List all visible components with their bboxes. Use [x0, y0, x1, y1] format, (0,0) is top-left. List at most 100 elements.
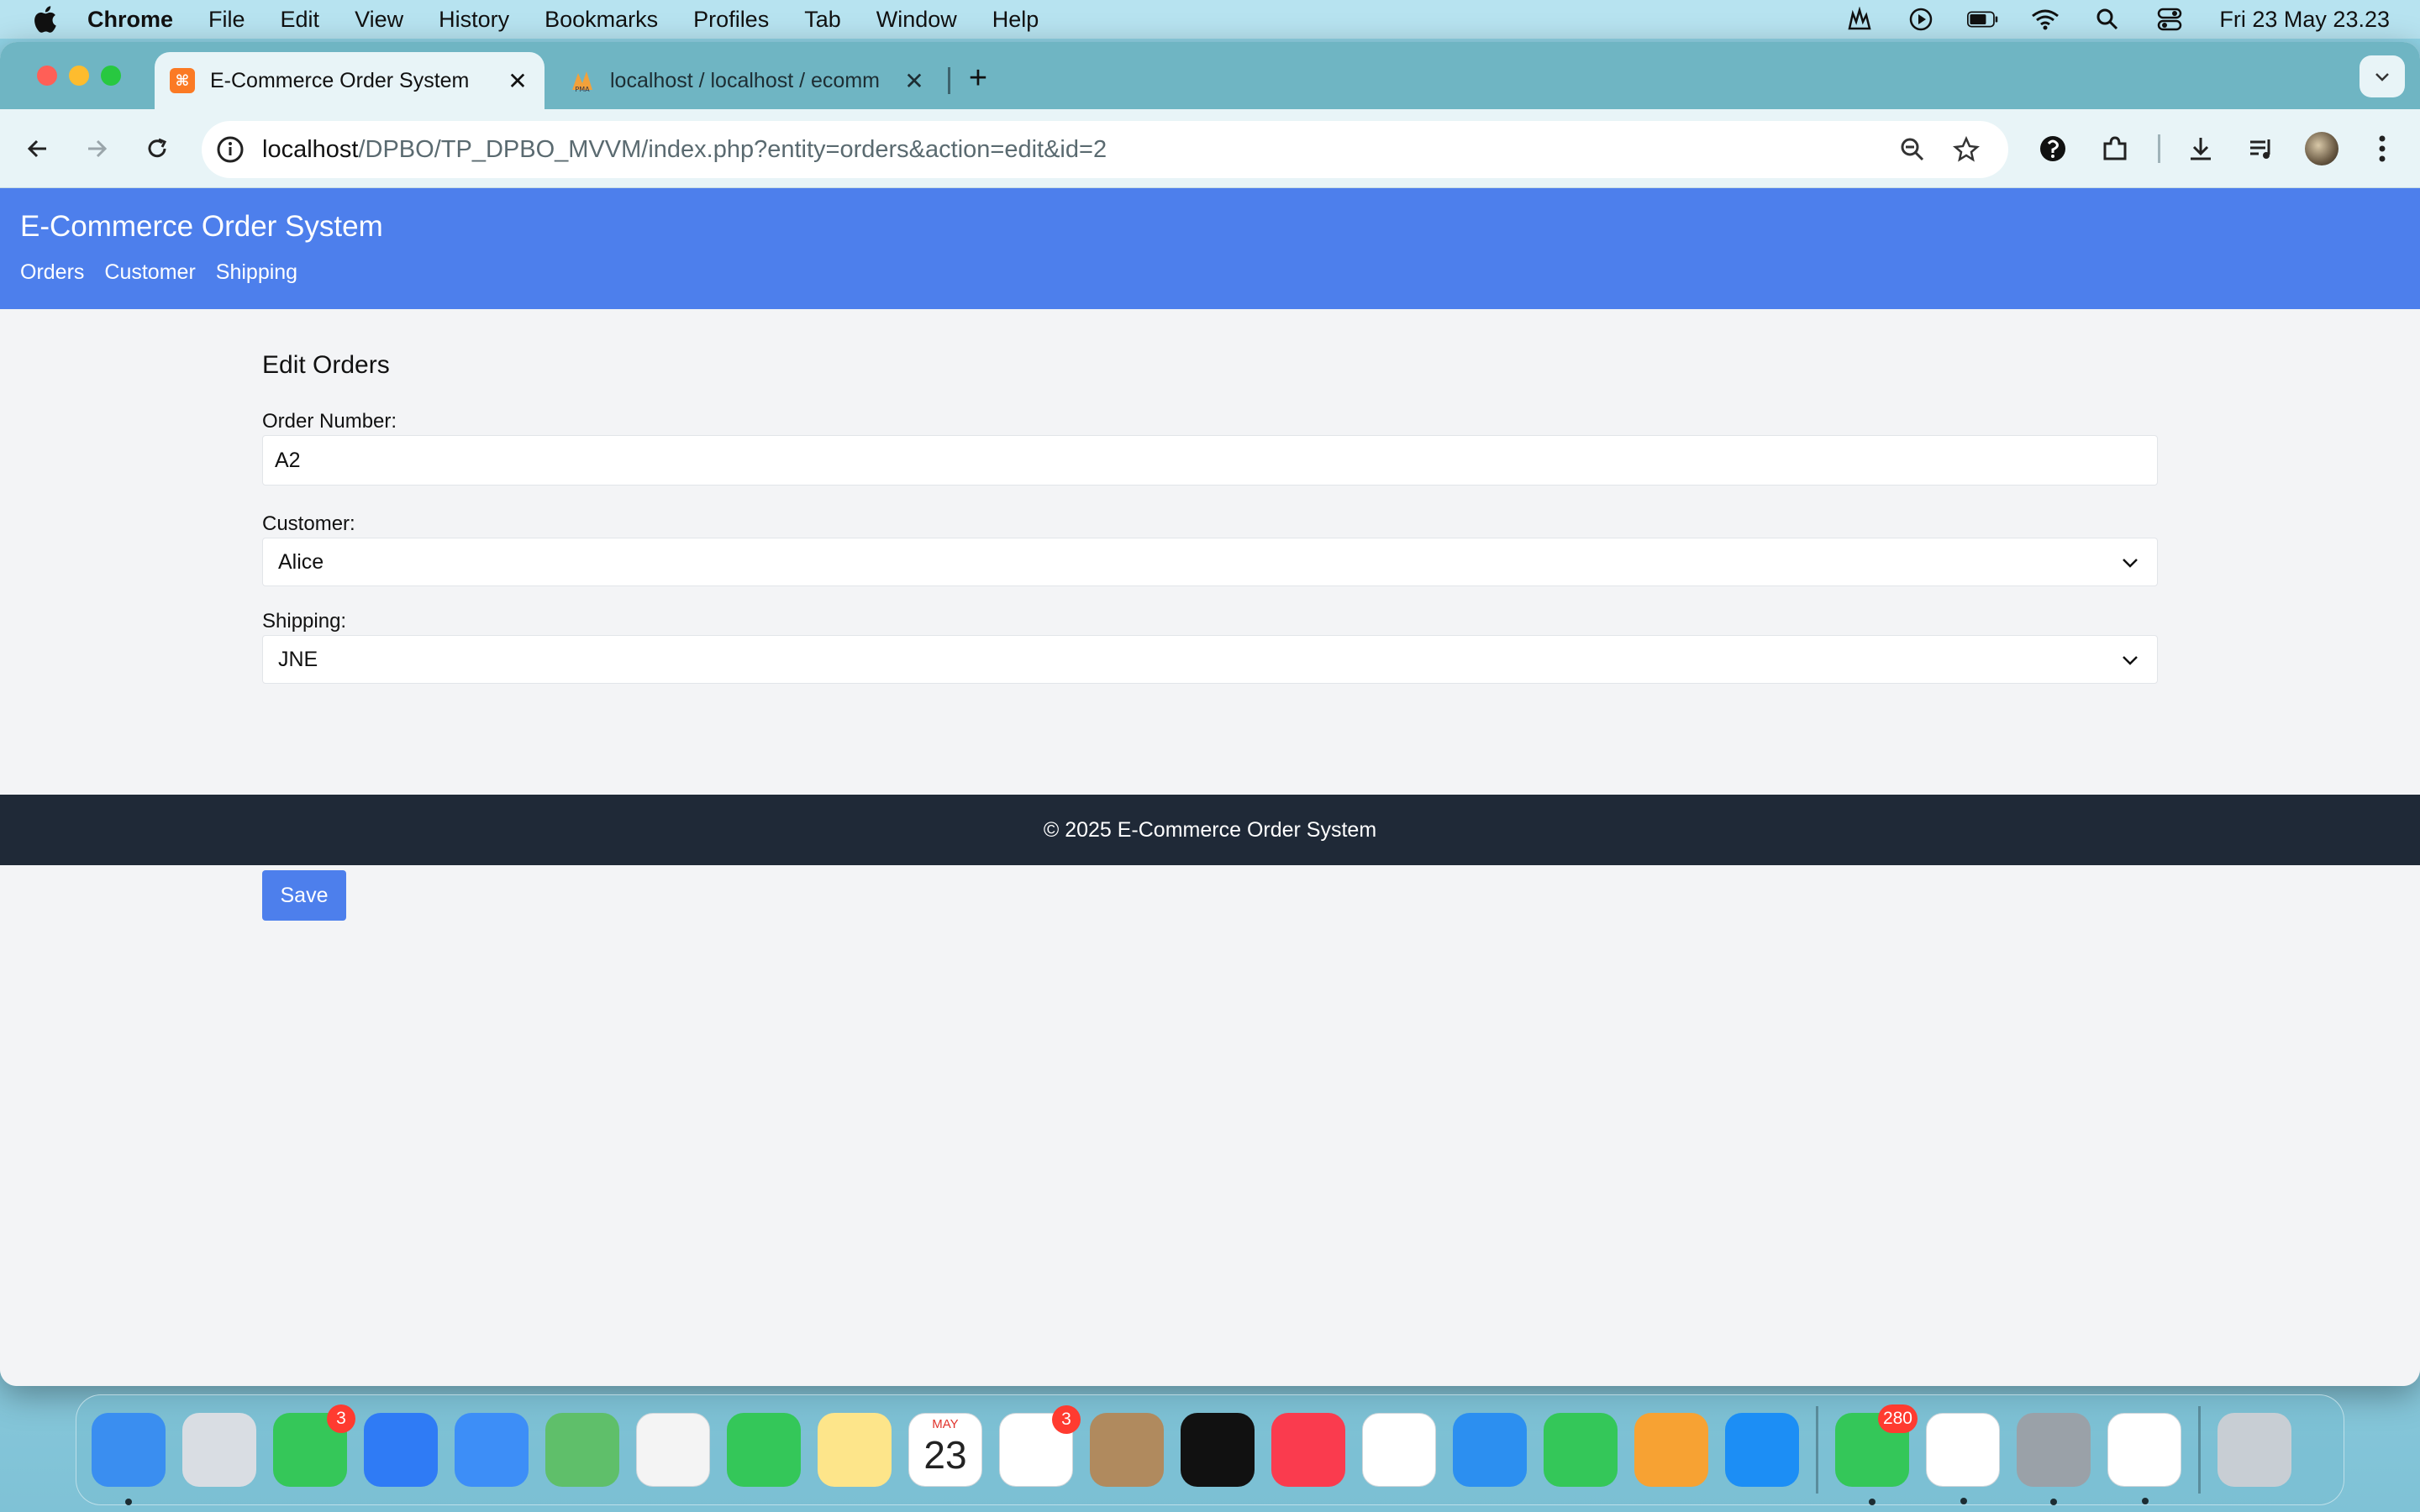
download-icon[interactable] [2181, 129, 2220, 168]
customer-select[interactable]: Alice [262, 538, 2158, 586]
chrome-icon[interactable] [1926, 1413, 2000, 1504]
tab-search-button[interactable] [2360, 55, 2405, 97]
address-bar[interactable]: localhost/DPBO/TP_DPBO_MVVM/index.php?en… [202, 121, 2008, 178]
whatsapp-icon[interactable]: 280 [1835, 1404, 1918, 1505]
keynote-icon[interactable] [1453, 1413, 1527, 1487]
close-window-button[interactable] [37, 66, 57, 86]
menu-profiles[interactable]: Profiles [693, 7, 769, 33]
vscode-icon[interactable] [2107, 1413, 2181, 1504]
numbers-icon[interactable] [1544, 1413, 1618, 1487]
trash-icon[interactable] [2217, 1413, 2291, 1487]
photos-icon[interactable] [636, 1413, 710, 1487]
tab-title: E-Commerce Order System [210, 68, 470, 92]
back-button[interactable] [18, 129, 57, 168]
xampp-favicon-icon: ⌘ [170, 68, 195, 93]
spotlight-search-icon[interactable] [2091, 7, 2123, 32]
reload-button[interactable] [138, 129, 176, 168]
nav-link-customer[interactable]: Customer [104, 260, 195, 285]
zoom-icon[interactable] [1896, 133, 1929, 166]
apple-tv-icon[interactable] [1181, 1413, 1255, 1487]
menu-edit[interactable]: Edit [281, 7, 320, 33]
running-indicator [125, 1499, 132, 1505]
calendar-day: 23 [923, 1433, 967, 1477]
running-indicator [2142, 1498, 2149, 1504]
media-controls-icon[interactable] [2242, 129, 2281, 168]
apple-logo-icon[interactable] [32, 5, 57, 34]
wifi-icon[interactable] [2029, 7, 2061, 32]
site-nav: Orders Customer Shipping [20, 260, 318, 285]
customer-label: Customer: [262, 512, 355, 535]
notes-icon[interactable] [818, 1413, 892, 1487]
running-indicator [2050, 1499, 2057, 1505]
messages-icon[interactable]: 3 [273, 1404, 355, 1487]
site-info-icon[interactable] [215, 134, 245, 165]
running-indicator [1869, 1499, 1876, 1505]
menu-app-name[interactable]: Chrome [87, 7, 173, 33]
arrow-left-icon [27, 139, 46, 158]
menu-file[interactable]: File [208, 7, 245, 33]
tab-strip: ⌘ E-Commerce Order System ✕ PMA localhos… [0, 42, 2420, 109]
menu-tab[interactable]: Tab [804, 7, 841, 33]
system-settings-icon[interactable] [2017, 1413, 2091, 1505]
contacts-icon[interactable] [1090, 1413, 1164, 1487]
footer-text: © 2025 E-Commerce Order System [1043, 817, 1377, 842]
forward-button[interactable] [77, 129, 116, 168]
menu-bar-clock[interactable]: Fri 23 May 23.23 [2219, 7, 2390, 33]
nav-link-orders[interactable]: Orders [20, 260, 84, 285]
play-circle-icon[interactable] [1905, 7, 1937, 32]
fullscreen-window-button[interactable] [101, 66, 121, 86]
bookmark-star-icon[interactable] [1949, 133, 1983, 166]
extension-circle-icon[interactable] [2033, 129, 2072, 168]
running-indicator [1960, 1498, 1967, 1504]
app-store-icon[interactable] [1725, 1413, 1799, 1487]
freeform-icon[interactable] [1362, 1413, 1436, 1487]
tab-title: localhost / localhost / ecomm [610, 68, 880, 92]
browser-window: ⌘ E-Commerce Order System ✕ PMA localhos… [0, 42, 2420, 1386]
reminders-icon[interactable]: 3 [999, 1405, 1081, 1487]
dock-separator [2198, 1406, 2201, 1494]
notification-badge: 3 [1052, 1405, 1081, 1434]
customer-selected-value: Alice [278, 549, 324, 574]
mail-icon[interactable] [455, 1413, 529, 1487]
calendar-icon[interactable]: MAY 23 [908, 1413, 982, 1487]
extensions-puzzle-icon[interactable] [2096, 129, 2134, 168]
shipping-select[interactable]: JNE [262, 635, 2158, 684]
launchpad-icon[interactable] [182, 1413, 256, 1487]
music-icon[interactable] [1271, 1413, 1345, 1487]
calendar-month: MAY [932, 1417, 959, 1431]
stage-manager-icon[interactable] [1843, 7, 1875, 32]
save-button[interactable]: Save [262, 870, 346, 921]
nav-link-shipping[interactable]: Shipping [216, 260, 297, 285]
order-number-input[interactable]: A2 [262, 435, 2158, 486]
tab-phpmyadmin[interactable]: PMA localhost / localhost / ecomm ✕ [555, 52, 941, 109]
notification-badge: 3 [327, 1404, 355, 1433]
maps-icon[interactable] [545, 1413, 619, 1487]
finder-icon[interactable] [92, 1413, 166, 1505]
toolbar-separator [2158, 134, 2160, 163]
chevron-down-icon [2375, 73, 2389, 81]
tab-ecommerce[interactable]: ⌘ E-Commerce Order System ✕ [155, 52, 544, 109]
minimize-window-button[interactable] [69, 66, 89, 86]
new-tab-button[interactable]: + [961, 60, 995, 97]
site-title: E-Commerce Order System [20, 210, 383, 243]
menu-bookmarks[interactable]: Bookmarks [544, 7, 658, 33]
menu-history[interactable]: History [439, 7, 509, 33]
web-page: E-Commerce Order System Orders Customer … [0, 188, 2420, 1386]
close-tab-icon[interactable]: ✕ [897, 67, 931, 95]
menu-help[interactable]: Help [992, 7, 1039, 33]
svg-text:PMA: PMA [575, 86, 590, 93]
dock-separator [1816, 1406, 1818, 1494]
pages-icon[interactable] [1634, 1413, 1708, 1487]
battery-icon[interactable] [1967, 7, 1999, 32]
menu-view[interactable]: View [355, 7, 403, 33]
browser-toolbar: localhost/DPBO/TP_DPBO_MVVM/index.php?en… [0, 109, 2420, 188]
url-host: localhost [262, 135, 359, 163]
more-menu-icon[interactable] [2363, 129, 2402, 168]
facetime-icon[interactable] [727, 1413, 801, 1487]
control-center-icon[interactable] [2154, 7, 2186, 32]
safari-icon[interactable] [364, 1413, 438, 1487]
menu-window[interactable]: Window [876, 7, 957, 33]
notification-badge: 280 [1877, 1404, 1918, 1433]
close-tab-icon[interactable]: ✕ [501, 67, 534, 95]
profile-avatar[interactable] [2302, 129, 2341, 168]
